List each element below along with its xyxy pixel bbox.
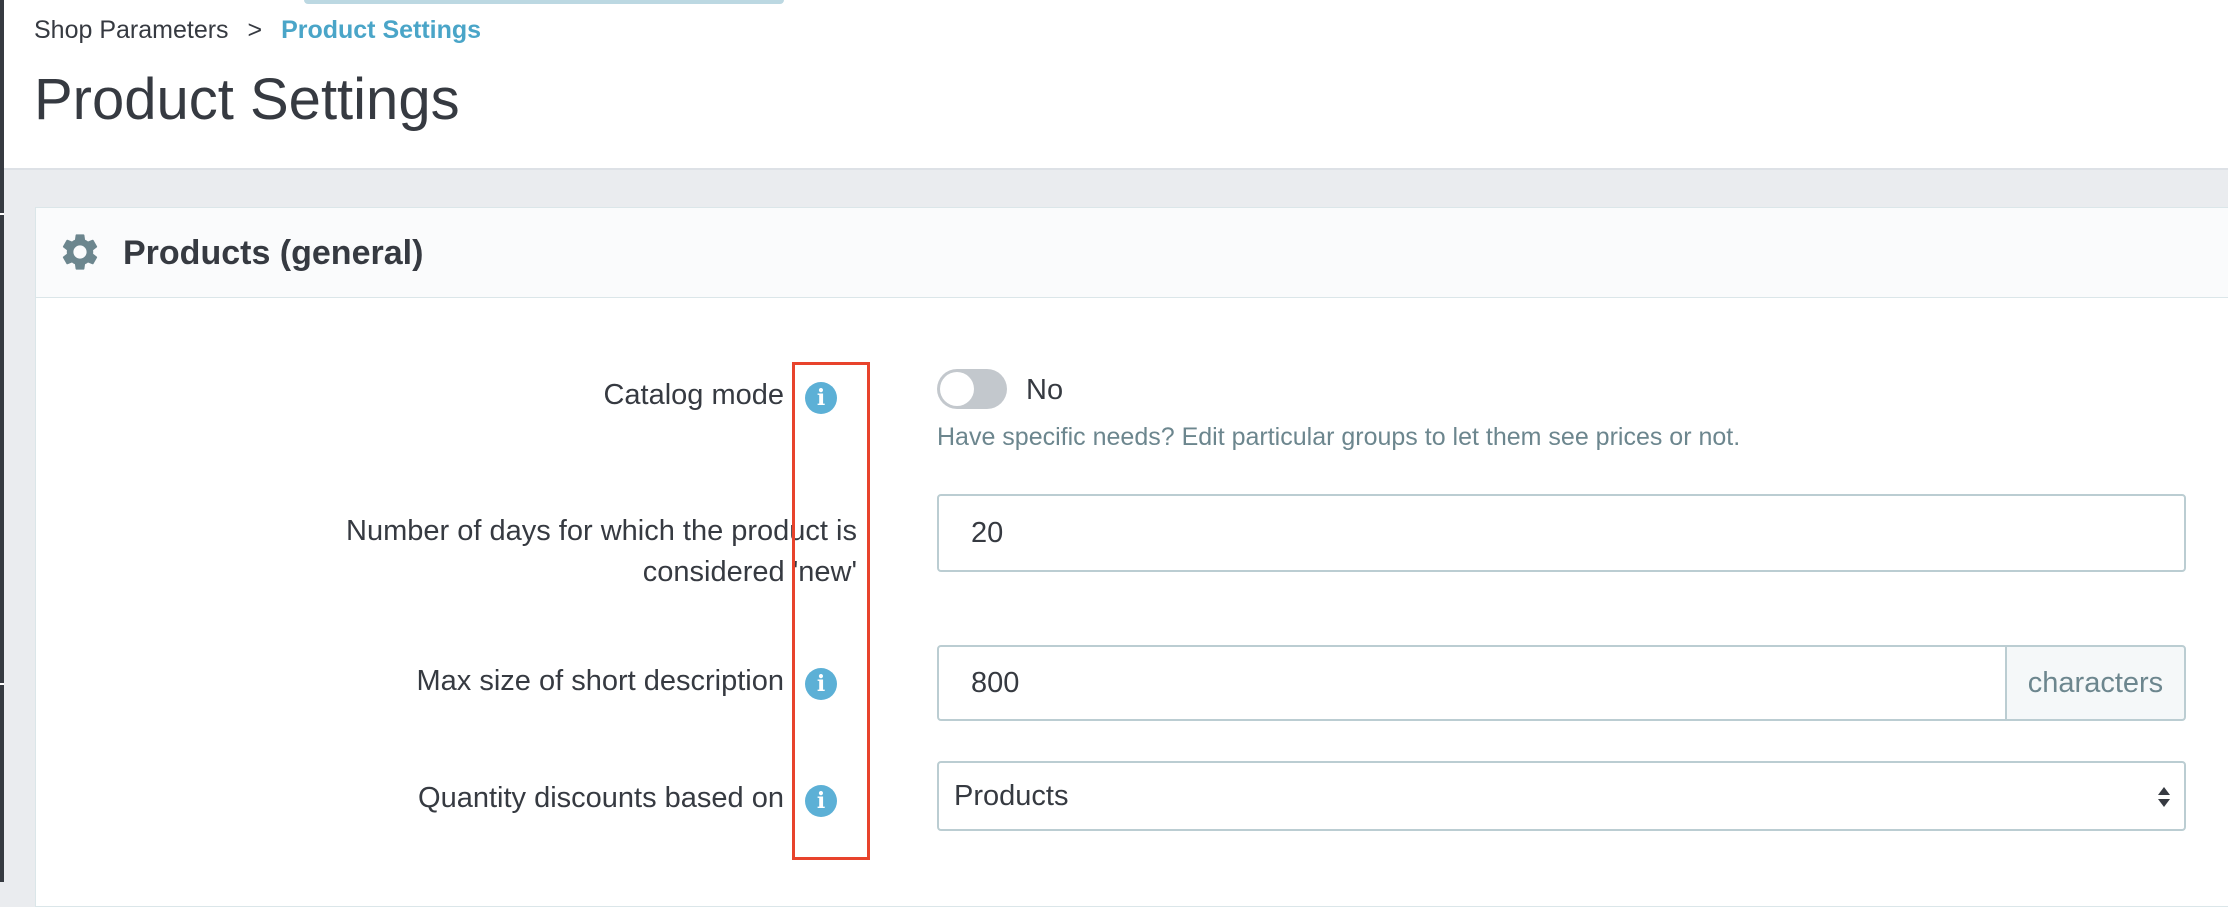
- days-new-input[interactable]: [937, 494, 2186, 572]
- catalog-mode-toggle[interactable]: [937, 369, 1007, 409]
- sort-arrows-icon: [2158, 787, 2170, 807]
- panel-title: Products (general): [123, 234, 424, 272]
- catalog-mode-value: No: [1026, 374, 1064, 406]
- page-title: Product Settings: [34, 67, 460, 132]
- short-description-max-input[interactable]: [937, 645, 2007, 721]
- breadcrumb-item-current[interactable]: Product Settings: [281, 16, 481, 44]
- catalog-mode-label: Catalog mode: [603, 379, 784, 411]
- page-header: Shop Parameters > Product Settings Produ…: [4, 0, 2228, 170]
- quantity-discounts-label: Quantity discounts based on: [418, 782, 784, 814]
- gear-icon: [62, 234, 98, 270]
- breadcrumb-item-shop-parameters[interactable]: Shop Parameters: [34, 16, 229, 44]
- quantity-discounts-selected-value: Products: [954, 780, 1069, 812]
- info-icons-highlight-box: [792, 362, 870, 860]
- toggle-knob: [940, 372, 974, 406]
- characters-addon: characters: [2005, 645, 2186, 721]
- quantity-discounts-select[interactable]: Products: [937, 761, 2186, 831]
- sidebar-divider: [0, 213, 4, 215]
- header-search-bar-edge: [304, 0, 784, 4]
- days-new-label-line1: Number of days for which the product is: [346, 515, 857, 547]
- breadcrumb: Shop Parameters > Product Settings: [34, 14, 481, 46]
- breadcrumb-separator: >: [247, 16, 263, 44]
- panel-header: Products (general): [36, 208, 2228, 298]
- sidebar-divider: [0, 683, 4, 685]
- short-description-label: Max size of short description: [416, 665, 784, 697]
- catalog-mode-help-text: Have specific needs? Edit particular gro…: [937, 423, 1741, 451]
